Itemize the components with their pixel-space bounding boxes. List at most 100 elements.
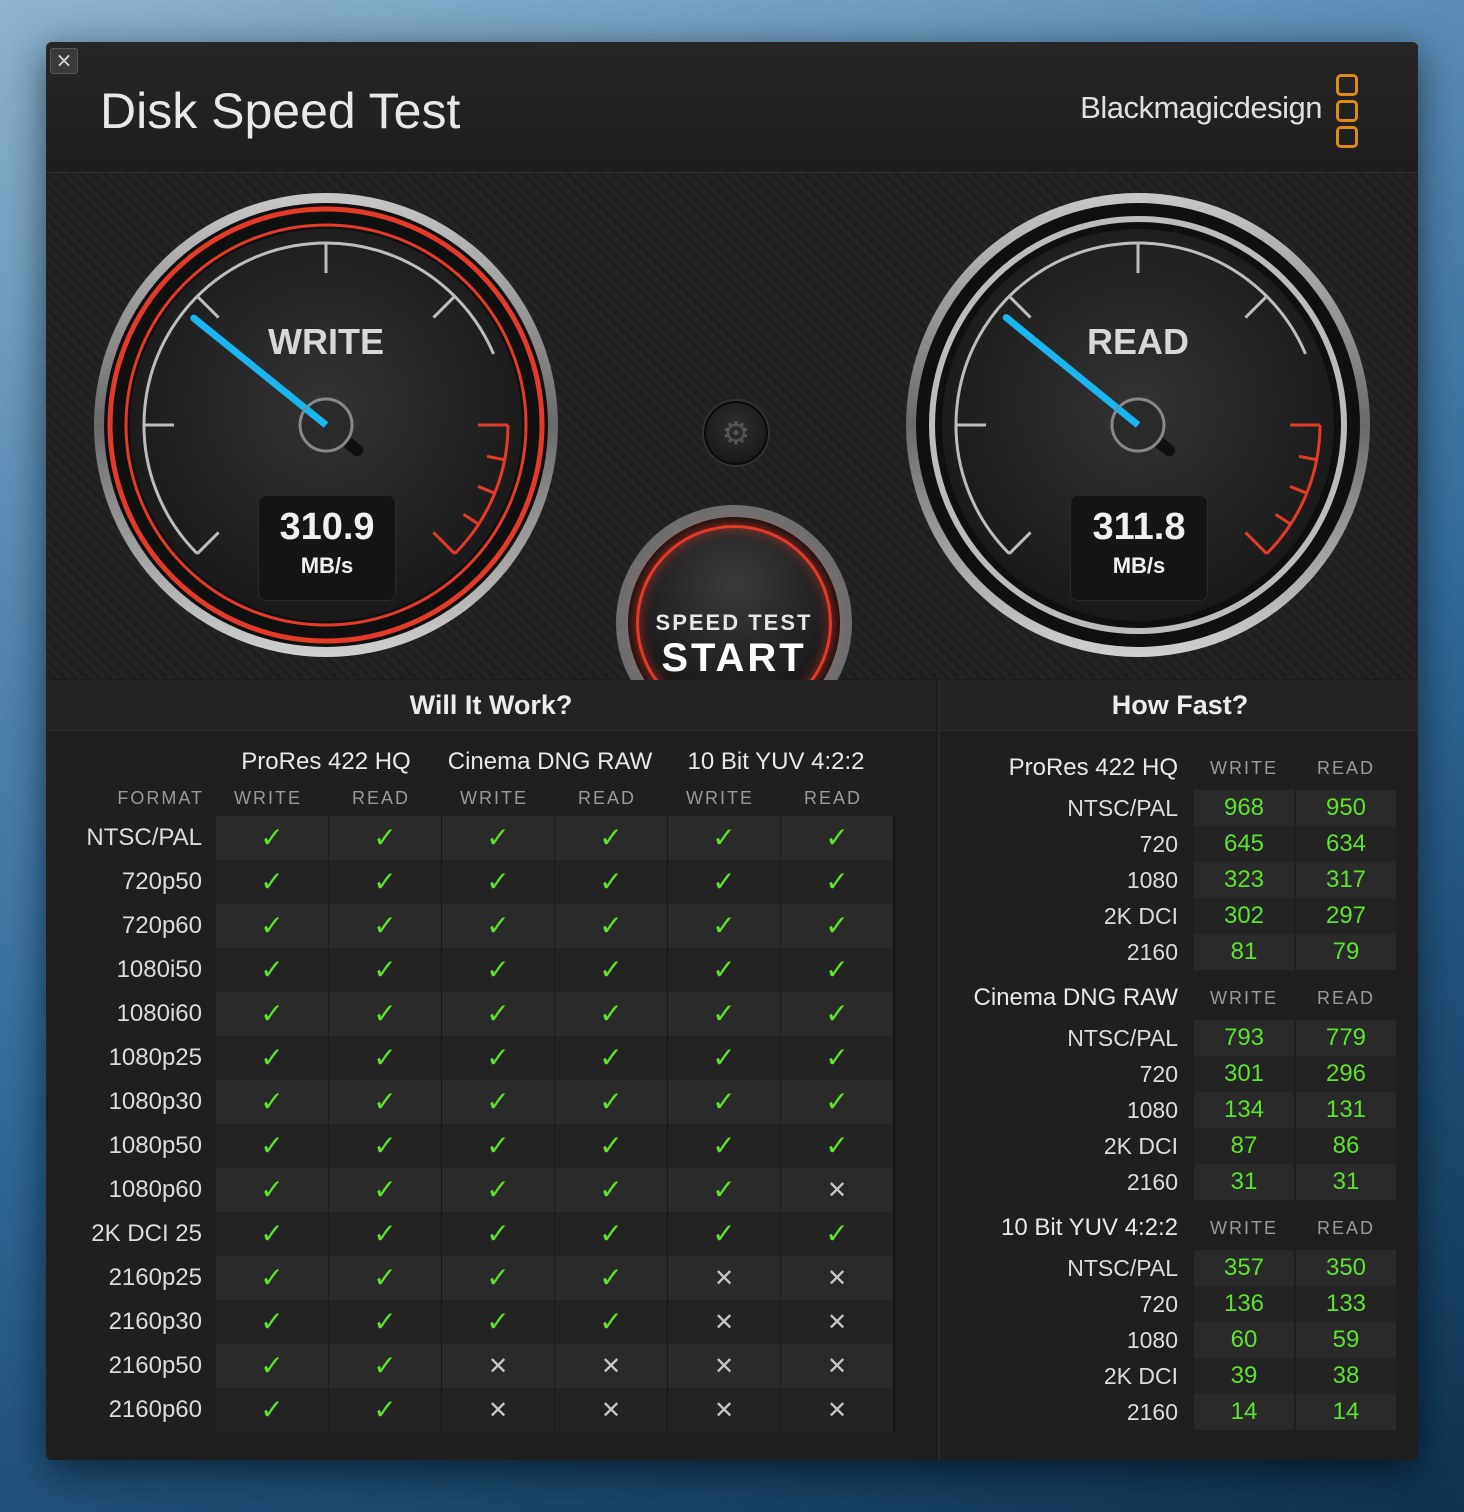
- cross-icon: ✕: [555, 1344, 669, 1388]
- check-icon: ✓: [668, 948, 781, 992]
- table-row: 1080p50 ✓ ✓ ✓ ✓ ✓ ✓: [46, 1124, 936, 1168]
- table-row: 1080p60 ✓ ✓ ✓ ✓ ✓ ✕: [46, 1168, 936, 1212]
- how-fast-title: How Fast?: [940, 680, 1418, 731]
- check-icon: ✓: [781, 1124, 895, 1168]
- how-fast-format-label: NTSC/PAL: [1067, 1255, 1178, 1281]
- check-icon: ✓: [329, 1080, 443, 1124]
- table-row: 2K DCI 39 38: [940, 1358, 1418, 1394]
- how-fast-format-label: 1080: [1126, 867, 1178, 893]
- check-icon: ✓: [216, 1124, 329, 1168]
- will-it-work-title: Will It Work?: [46, 680, 936, 731]
- how-fast-write-value: 60: [1194, 1322, 1294, 1358]
- check-icon: ✓: [442, 1300, 555, 1344]
- how-fast-read-header: READ: [1316, 1218, 1375, 1238]
- how-fast-format-label: 2160: [1126, 939, 1178, 965]
- how-fast-write-header: WRITE: [1210, 988, 1278, 1008]
- how-fast-write-value: 81: [1194, 934, 1294, 970]
- check-icon: ✓: [555, 816, 669, 860]
- check-icon: ✓: [781, 1036, 895, 1080]
- check-icon: ✓: [555, 992, 669, 1036]
- check-icon: ✓: [329, 1256, 443, 1300]
- row-format-label: 2K DCI 25: [91, 1220, 202, 1247]
- row-format-label: 720p50: [121, 868, 202, 895]
- how-fast-format-label: 720: [1139, 831, 1178, 857]
- row-format-label: 720p60: [121, 912, 202, 939]
- how-fast-write-header: WRITE: [1210, 758, 1278, 778]
- how-fast-write-value: 301: [1194, 1056, 1294, 1092]
- cross-icon: ✕: [668, 1256, 781, 1300]
- how-fast-format-label: 2K DCI: [1103, 1363, 1178, 1389]
- check-icon: ✓: [668, 992, 781, 1036]
- check-icon: ✓: [216, 1344, 329, 1388]
- how-fast-write-value: 136: [1194, 1286, 1294, 1322]
- row-format-label: 1080p50: [108, 1132, 202, 1159]
- row-format-label: 2160p50: [108, 1352, 202, 1379]
- col-header-yuv-write: WRITE: [686, 788, 754, 808]
- how-fast-read-value: 86: [1296, 1128, 1396, 1164]
- check-icon: ✓: [216, 904, 329, 948]
- check-icon: ✓: [781, 816, 895, 860]
- col-header-prores-write: WRITE: [234, 788, 302, 808]
- check-icon: ✓: [329, 1300, 443, 1344]
- will-it-work-panel: Will It Work? ProRes 422 HQ Cinema DNG R…: [46, 680, 936, 1460]
- cross-icon: ✕: [442, 1388, 555, 1432]
- format-column-header: FORMAT: [117, 788, 204, 808]
- check-icon: ✓: [329, 816, 443, 860]
- how-fast-read-value: 131: [1296, 1092, 1396, 1128]
- row-format-label: 1080p25: [108, 1044, 202, 1071]
- how-fast-panel: How Fast? ProRes 422 HQ WRITE READ NTSC/PAL…: [938, 680, 1418, 1460]
- row-format-label: 1080i60: [116, 1000, 202, 1027]
- how-fast-format-label: 1080: [1126, 1327, 1178, 1353]
- table-row: NTSC/PAL 968 950: [940, 790, 1418, 826]
- codec-prores-header: ProRes 422 HQ: [241, 748, 411, 775]
- table-row: 2160 81 79: [940, 934, 1418, 970]
- codec-yuv-header: 10 Bit YUV 4:2:2: [687, 748, 865, 775]
- how-fast-read-value: 350: [1296, 1250, 1396, 1286]
- close-icon: ×: [55, 48, 73, 72]
- how-fast-write-value: 302: [1194, 898, 1294, 934]
- table-row: 1080 60 59: [940, 1322, 1418, 1358]
- how-fast-format-label: 720: [1139, 1291, 1178, 1317]
- brand-name: Blackmagicdesign: [1080, 90, 1322, 125]
- read-speed-unit: MB/s: [1112, 553, 1166, 578]
- check-icon: ✓: [329, 904, 443, 948]
- how-fast-read-header: READ: [1316, 988, 1375, 1008]
- gear-icon: ⚙: [721, 414, 751, 452]
- write-speed-value: 310.9: [279, 506, 375, 548]
- cross-icon: ✕: [781, 1168, 895, 1212]
- check-icon: ✓: [329, 1168, 443, 1212]
- table-row: 720p50 ✓ ✓ ✓ ✓ ✓ ✓: [46, 860, 936, 904]
- check-icon: ✓: [329, 1344, 443, 1388]
- check-icon: ✓: [442, 904, 555, 948]
- table-row: 1080 134 131: [940, 1092, 1418, 1128]
- check-icon: ✓: [442, 948, 555, 992]
- how-fast-read-value: 59: [1296, 1322, 1396, 1358]
- how-fast-read-value: 296: [1296, 1056, 1396, 1092]
- how-fast-read-value: 31: [1296, 1164, 1396, 1200]
- check-icon: ✓: [555, 1080, 669, 1124]
- check-icon: ✓: [216, 816, 329, 860]
- how-fast-read-value: 317: [1296, 862, 1396, 898]
- check-icon: ✓: [442, 992, 555, 1036]
- cross-icon: ✕: [781, 1388, 895, 1432]
- close-button[interactable]: ×: [50, 48, 78, 74]
- how-fast-format-label: 720: [1139, 1061, 1178, 1087]
- row-format-label: 2160p60: [108, 1396, 202, 1423]
- check-icon: ✓: [329, 1212, 443, 1256]
- check-icon: ✓: [442, 816, 555, 860]
- check-icon: ✓: [442, 1256, 555, 1300]
- table-row: 1080i50 ✓ ✓ ✓ ✓ ✓ ✓: [46, 948, 936, 992]
- check-icon: ✓: [216, 860, 329, 904]
- check-icon: ✓: [555, 1168, 669, 1212]
- cross-icon: ✕: [781, 1300, 895, 1344]
- title-bar: × Disk Speed Test Blackmagicdesign: [46, 42, 1418, 173]
- how-fast-read-value: 779: [1296, 1020, 1396, 1056]
- settings-button[interactable]: ⚙: [704, 401, 768, 465]
- table-row: 1080 323 317: [940, 862, 1418, 898]
- check-icon: ✓: [668, 860, 781, 904]
- read-speed-value: 311.8: [1092, 506, 1186, 548]
- row-format-label: 1080i50: [116, 956, 202, 983]
- check-icon: ✓: [668, 1168, 781, 1212]
- table-row: 720 645 634: [940, 826, 1418, 862]
- row-format-label: 1080p60: [108, 1176, 202, 1203]
